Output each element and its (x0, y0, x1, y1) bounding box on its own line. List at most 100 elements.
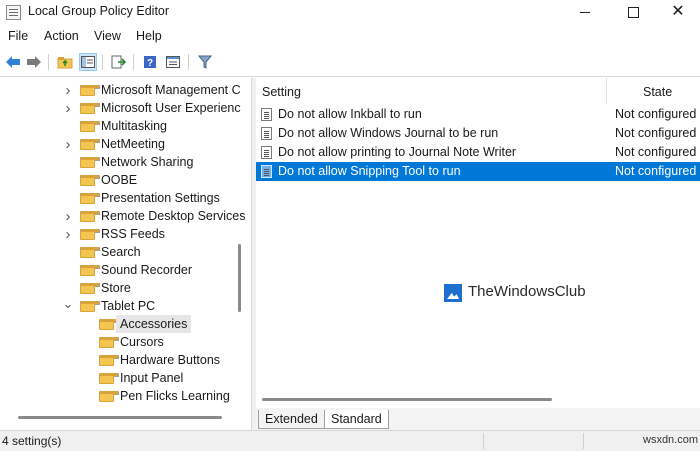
status-divider (583, 433, 584, 449)
list-horizontal-scrollbar[interactable] (262, 398, 552, 401)
show-hide-tree-button[interactable] (79, 53, 97, 71)
close-button[interactable]: ✕ (655, 0, 700, 24)
setting-name: Do not allow Windows Journal to be run (278, 126, 499, 140)
filter-icon (198, 55, 212, 69)
tree-item-label: Network Sharing (101, 155, 194, 169)
folder-icon (80, 139, 100, 150)
tree-item-label: Input Panel (120, 371, 184, 385)
thewindowsclub-logo-icon (444, 284, 462, 302)
watermark-text: TheWindowsClub (468, 283, 586, 300)
tree-item-label: Microsoft Management C (101, 83, 241, 97)
setting-row[interactable]: Do not allow Inkball to run Not configure… (256, 105, 700, 124)
tree-item-label: Hardware Buttons (120, 353, 221, 367)
help-button[interactable]: ? (141, 53, 159, 71)
chevron-down-icon[interactable]: ⌄ (61, 295, 75, 313)
tree-item-label: Remote Desktop Services (101, 209, 246, 223)
tree-item[interactable]: OOBE (0, 171, 250, 189)
policy-setting-icon (261, 165, 272, 178)
watermark: TheWindowsClub (444, 282, 604, 304)
maximize-icon (627, 6, 639, 18)
tree-item-label: OOBE (101, 173, 138, 187)
minimize-button[interactable] (562, 0, 608, 24)
back-arrow-icon (6, 56, 20, 68)
tree-item[interactable]: › NetMeeting (0, 135, 250, 153)
tree-item[interactable]: › Microsoft User Experienc (0, 99, 250, 117)
tree-item-label: RSS Feeds (101, 227, 165, 241)
chevron-right-icon[interactable]: › (61, 135, 75, 153)
tab-standard[interactable]: Standard (324, 410, 389, 429)
folder-icon (80, 193, 100, 204)
folder-icon (80, 211, 100, 222)
tree-item[interactable]: Multitasking (0, 117, 250, 135)
policy-setting-icon (261, 108, 272, 121)
tree-item-label: Multitasking (101, 119, 167, 133)
policy-editor-app-icon (6, 5, 21, 20)
chevron-right-icon[interactable]: › (61, 81, 75, 99)
menu-action[interactable]: Action (44, 29, 79, 43)
tree-horizontal-scrollbar[interactable] (18, 416, 222, 419)
policy-setting-icon (261, 146, 272, 159)
tree-item[interactable]: ⌄ Tablet PC (0, 295, 250, 315)
tree-item[interactable]: Input Panel (0, 369, 250, 387)
tree-item[interactable]: Pen Flicks Learning (0, 387, 250, 405)
up-one-level-button[interactable] (56, 53, 74, 71)
forward-button[interactable] (25, 53, 43, 71)
tree-item[interactable]: Store (0, 279, 250, 297)
chevron-right-icon[interactable]: › (61, 207, 75, 225)
folder-icon (80, 157, 100, 168)
tree-item[interactable]: › Remote Desktop Services (0, 207, 250, 225)
tree-item[interactable]: › Microsoft Management C (0, 81, 250, 99)
setting-row[interactable]: Do not allow Snipping Tool to run Not con… (256, 162, 700, 181)
properties-button[interactable] (164, 53, 182, 71)
forward-arrow-icon (27, 56, 41, 68)
tree-item[interactable]: Cursors (0, 333, 250, 351)
toolbar-separator (102, 54, 103, 70)
folder-icon (80, 121, 100, 132)
export-list-button[interactable] (110, 53, 128, 71)
tree-item-label: Accessories (116, 315, 192, 333)
tree-item[interactable]: Accessories (0, 315, 250, 333)
tree-item[interactable]: Network Sharing (0, 153, 250, 171)
filter-button[interactable] (196, 53, 214, 71)
folder-icon (99, 319, 119, 330)
tree-pane[interactable]: › Microsoft Management C › Microsoft User E… (0, 78, 250, 408)
tree-item[interactable]: Presentation Settings (0, 189, 250, 207)
tree-vertical-scrollbar[interactable] (238, 244, 241, 312)
chevron-right-icon[interactable]: › (61, 99, 75, 117)
menu-file[interactable]: File (8, 29, 28, 43)
column-header-setting[interactable]: Setting (262, 78, 301, 104)
tree-item[interactable]: › RSS Feeds (0, 225, 250, 243)
column-header-state[interactable]: State (643, 78, 672, 104)
tree-item-label: Presentation Settings (101, 191, 220, 205)
minimize-icon (580, 11, 590, 13)
menu-help[interactable]: Help (136, 29, 162, 43)
setting-row[interactable]: Do not allow printing to Journal Note Wr… (256, 143, 700, 162)
status-divider (483, 433, 484, 449)
menu-view[interactable]: View (94, 29, 121, 43)
chevron-right-icon[interactable]: › (61, 225, 75, 243)
tab-extended[interactable]: Extended (258, 410, 325, 429)
settings-list-pane: Setting State Do not allow Inkball to ru… (256, 78, 700, 408)
svg-text:?: ? (147, 58, 153, 69)
back-button[interactable] (4, 53, 22, 71)
close-icon: ✕ (671, 3, 685, 20)
setting-state: Not configured (615, 164, 697, 178)
folder-icon (80, 265, 100, 276)
tree-item[interactable]: Hardware Buttons (0, 351, 250, 369)
up-folder-icon (57, 57, 73, 69)
policy-setting-icon (261, 127, 272, 140)
column-separator[interactable] (606, 78, 607, 104)
status-bar: 4 setting(s) wsxdn.com (0, 430, 700, 451)
folder-icon (80, 301, 100, 312)
window-title: Local Group Policy Editor (28, 4, 170, 18)
tree-item-label: Search (101, 245, 141, 259)
maximize-button[interactable] (610, 0, 656, 24)
tree-item-label: Sound Recorder (101, 263, 193, 277)
tree-item-label: Store (101, 281, 131, 295)
setting-name: Do not allow Snipping Tool to run (278, 164, 461, 178)
setting-state: Not configured (615, 126, 697, 140)
tree-item[interactable]: Sound Recorder (0, 261, 250, 279)
folder-icon (80, 229, 100, 240)
setting-row[interactable]: Do not allow Windows Journal to be run No… (256, 124, 700, 143)
tree-item[interactable]: Search (0, 243, 250, 261)
